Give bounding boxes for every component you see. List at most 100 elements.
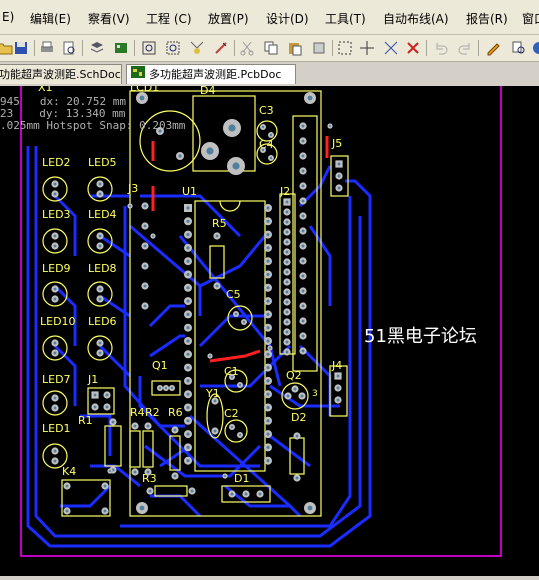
select-area-icon[interactable] xyxy=(336,39,354,57)
pad-hole xyxy=(186,259,190,263)
menu-project[interactable]: 工程 (C) xyxy=(146,10,192,27)
pad-hole xyxy=(53,351,57,355)
pad-hole xyxy=(285,210,289,214)
pad-hole xyxy=(266,219,270,223)
help-icon[interactable] xyxy=(530,39,539,57)
zoom-area-icon[interactable] xyxy=(164,39,182,57)
pad-hole xyxy=(98,341,102,345)
svg-text:LED7: LED7 xyxy=(42,373,71,386)
pad-hole xyxy=(285,320,289,324)
svg-text:LED3: LED3 xyxy=(42,208,71,221)
pad-hole xyxy=(98,234,102,238)
menu-view[interactable]: 察看(V) xyxy=(88,10,130,27)
pcb-document-icon xyxy=(131,65,145,84)
pad-hole xyxy=(261,125,265,129)
pad-hole xyxy=(285,230,289,234)
print-preview-icon[interactable] xyxy=(60,39,78,57)
undo-icon[interactable] xyxy=(432,39,450,57)
menu-edit[interactable]: 编辑(E) xyxy=(30,10,71,27)
component-search-icon[interactable] xyxy=(510,39,528,57)
pad-hole xyxy=(266,299,270,303)
pad-hole xyxy=(234,312,238,316)
paste-icon[interactable] xyxy=(286,39,304,57)
svg-text:X1: X1 xyxy=(38,86,53,94)
move-selection-icon[interactable] xyxy=(382,39,400,57)
move-icon[interactable] xyxy=(358,39,376,57)
pad-hole xyxy=(186,326,190,330)
svg-text:R1: R1 xyxy=(78,414,93,427)
pad-hole xyxy=(295,434,299,438)
tab-pcbdoc[interactable]: 多功能超声波测距.PcbDoc xyxy=(126,64,296,84)
menu-window[interactable]: 窗口 xyxy=(522,10,539,27)
tab-label: 多功能超声波测距.PcbDoc xyxy=(149,68,282,81)
pad-hole xyxy=(285,330,289,334)
pad-hole xyxy=(301,199,305,203)
pad-hole xyxy=(336,386,340,390)
bottom-copper-traces xyxy=(26,146,372,548)
deselect-icon[interactable] xyxy=(404,39,422,57)
tab-label: 功能超声波测距.SchDoc xyxy=(0,68,121,81)
redo-icon[interactable] xyxy=(456,39,474,57)
pad-hole xyxy=(186,432,190,436)
pad-hole xyxy=(53,341,57,345)
pad-hole xyxy=(301,169,305,173)
pad-hole xyxy=(266,392,270,396)
pad-hole xyxy=(285,290,289,294)
pad-hole xyxy=(269,133,273,137)
copy-icon[interactable] xyxy=(262,39,280,57)
cut-icon[interactable] xyxy=(238,39,256,57)
pad-hole xyxy=(336,398,340,402)
zoom-selected-icon[interactable] xyxy=(188,39,206,57)
pad-hole xyxy=(285,260,289,264)
coordinate-hud: 945 dx: 20.752 mm 23 dy: 13.340 mm .025mm … xyxy=(0,96,210,132)
pad-hole xyxy=(206,147,214,155)
board-3d-icon[interactable] xyxy=(112,39,130,57)
svg-text:J4: J4 xyxy=(331,359,342,372)
pad-hole xyxy=(301,289,305,293)
menu-file[interactable]: E) xyxy=(2,10,14,24)
svg-text:Q1: Q1 xyxy=(152,359,168,372)
pad-hole xyxy=(148,489,152,493)
svg-text:3: 3 xyxy=(312,389,318,399)
pencil-icon[interactable] xyxy=(484,39,502,57)
pad-hole xyxy=(285,240,289,244)
pad-hole xyxy=(285,350,289,354)
print-icon[interactable] xyxy=(38,39,56,57)
pad-hole xyxy=(285,300,289,304)
zoom-fit-icon[interactable] xyxy=(140,39,158,57)
pad-hole xyxy=(285,340,289,344)
pad-hole xyxy=(307,505,313,511)
svg-text:Y1: Y1 xyxy=(205,387,220,400)
pad-hole xyxy=(266,272,270,277)
svg-text:LED9: LED9 xyxy=(42,262,71,275)
pad-hole xyxy=(53,459,57,463)
menu-autoroute[interactable]: 自动布线(A) xyxy=(383,10,449,27)
pad-hole xyxy=(208,354,212,358)
pad-hole xyxy=(186,312,190,316)
pad-hole xyxy=(186,459,190,463)
save-icon[interactable] xyxy=(12,39,30,57)
pad-hole xyxy=(213,399,217,403)
menu-place[interactable]: 放置(P) xyxy=(208,10,249,27)
pad-hole xyxy=(133,424,137,428)
pad-hole xyxy=(266,312,270,316)
menu-reports[interactable]: 报告(R) xyxy=(466,10,508,27)
pad-hole xyxy=(53,182,57,186)
pad-hole xyxy=(266,352,270,356)
pad-hole xyxy=(266,339,270,343)
pad-hole xyxy=(215,234,219,238)
tab-schdoc[interactable]: 功能超声波测距.SchDoc xyxy=(0,64,122,84)
highlight-icon[interactable] xyxy=(212,39,230,57)
pad-hole xyxy=(301,319,305,323)
menu-tools[interactable]: 工具(T) xyxy=(325,10,366,27)
layer-stack-icon[interactable] xyxy=(88,39,106,57)
rubber-stamp-icon[interactable] xyxy=(310,39,328,57)
toolbar xyxy=(0,35,539,62)
pad-hole xyxy=(285,280,289,284)
pad-hole xyxy=(266,366,270,370)
pad-hole xyxy=(158,386,162,390)
svg-text:D1: D1 xyxy=(234,472,249,485)
menu-design[interactable]: 设计(D) xyxy=(266,10,309,27)
pad-hole xyxy=(65,509,69,513)
pad-hole xyxy=(146,470,150,474)
